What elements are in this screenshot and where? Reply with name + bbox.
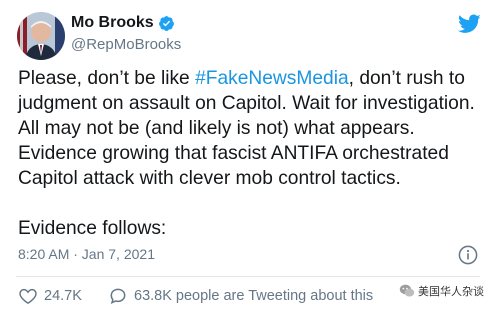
tweet-text-start: Please, don’t be like — [18, 68, 196, 89]
hashtag-link[interactable]: #FakeNewsMedia — [195, 68, 349, 89]
watermark: 美国华人杂谈 — [399, 283, 484, 299]
tweet-text-rest: , don’t rush to judgment on assault on C… — [18, 68, 475, 239]
author-handle[interactable]: @RepMoBrooks — [71, 36, 181, 53]
twitter-bird-icon[interactable] — [458, 14, 481, 34]
like-count: 24.7K — [44, 288, 82, 304]
avatar-image — [17, 12, 65, 60]
tweeting-count-text: 63.8K people are Tweeting about this — [134, 288, 374, 304]
author-name-row[interactable]: Mo Brooks — [71, 14, 175, 32]
heart-icon — [19, 288, 37, 305]
info-icon[interactable] — [458, 245, 478, 265]
author-name[interactable]: Mo Brooks — [71, 14, 154, 32]
tweeting-about-link[interactable]: 63.8K people are Tweeting about this — [108, 286, 373, 306]
wechat-icon — [399, 284, 415, 297]
reply-bubble-icon — [110, 288, 126, 305]
tweet-timestamp[interactable]: 8:20 AM · Jan 7, 2021 — [18, 246, 155, 262]
divider — [16, 276, 480, 277]
tweet-actions: 24.7K 63.8K people are Tweeting about th… — [18, 284, 373, 308]
watermark-text: 美国华人杂谈 — [418, 286, 484, 298]
avatar[interactable] — [17, 12, 65, 60]
like-button[interactable]: 24.7K — [18, 286, 108, 306]
verified-badge-icon — [158, 15, 174, 31]
tweet-text: Please, don’t be like #FakeNewsMedia, do… — [18, 66, 488, 241]
